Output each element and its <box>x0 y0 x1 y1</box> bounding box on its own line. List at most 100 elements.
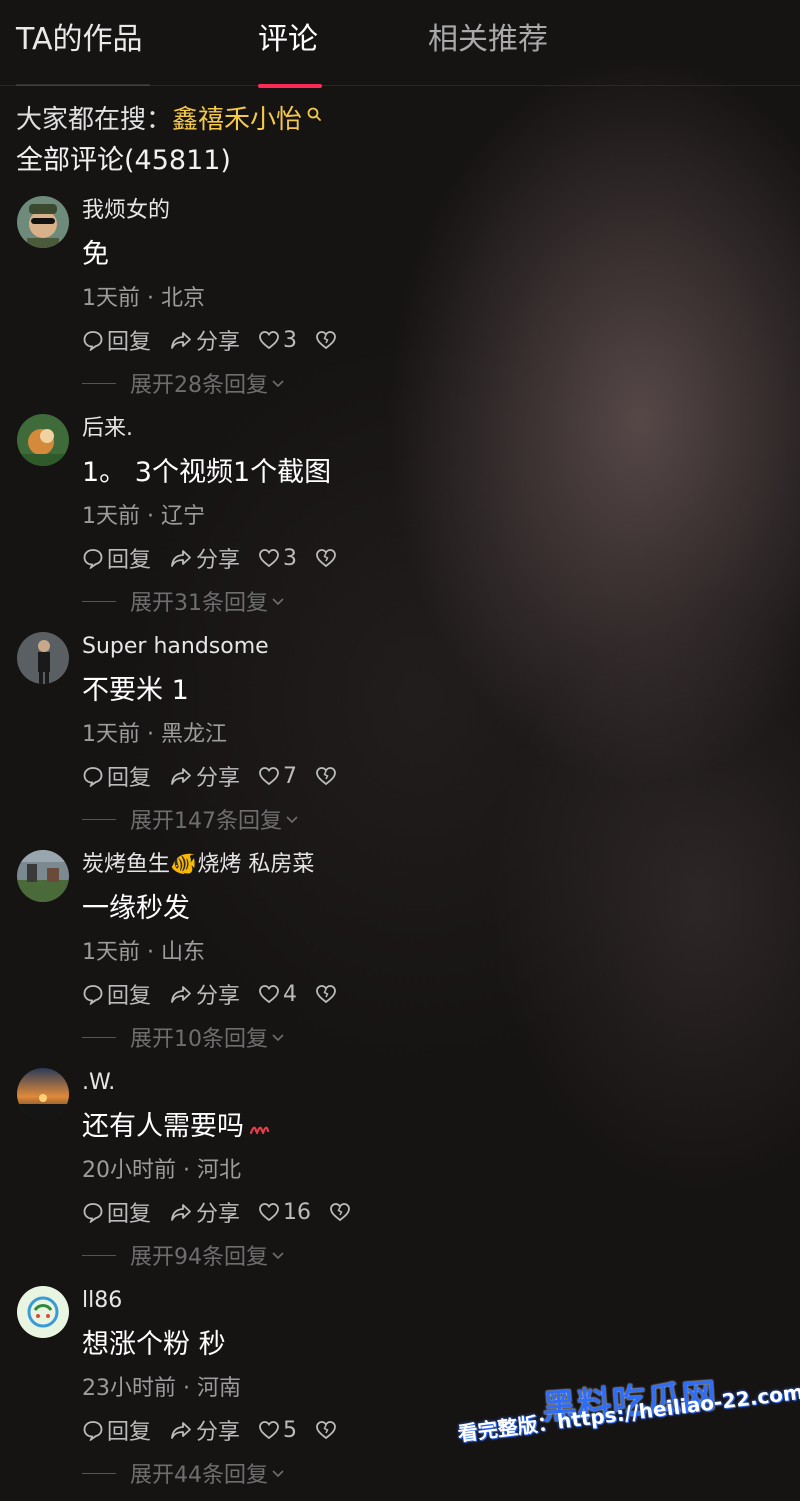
search-suggestion-term[interactable]: 鑫禧禾小怡 <box>172 102 302 138</box>
reply-button[interactable]: 回复 <box>82 1196 151 1228</box>
dislike-button[interactable] <box>315 547 340 569</box>
share-label: 分享 <box>196 548 241 573</box>
comment-text: 免 <box>82 239 109 270</box>
chevron-down-icon <box>272 1470 284 1478</box>
broken-heart-icon <box>316 1421 336 1440</box>
dislike-button[interactable] <box>315 765 340 787</box>
share-button[interactable]: 分享 <box>169 542 240 574</box>
share-icon <box>171 550 191 567</box>
expand-replies-button[interactable]: 展开10条回复 <box>82 1022 286 1052</box>
like-button[interactable]: 3 <box>258 328 297 353</box>
reply-label: 回复 <box>107 984 152 1009</box>
avatar[interactable] <box>17 1068 69 1120</box>
reply-button[interactable]: 回复 <box>82 1414 151 1446</box>
expand-divider <box>82 1472 116 1474</box>
heart-icon <box>259 985 279 1004</box>
like-count: 7 <box>283 763 298 789</box>
share-icon <box>171 332 191 349</box>
search-suggestion-prefix: 大家都在搜： <box>16 105 173 135</box>
comment-username[interactable]: ll86 <box>82 1286 122 1316</box>
share-label: 分享 <box>196 1420 241 1445</box>
like-button[interactable]: 3 <box>258 546 297 571</box>
expand-divider <box>82 1254 116 1256</box>
emoji-icon <box>249 1126 270 1135</box>
like-button[interactable]: 16 <box>258 1200 311 1225</box>
share-button[interactable]: 分享 <box>169 760 240 792</box>
share-button[interactable]: 分享 <box>169 1196 240 1228</box>
expand-replies-button[interactable]: 展开94条回复 <box>82 1240 286 1270</box>
reply-icon <box>83 1203 103 1223</box>
reply-button[interactable]: 回复 <box>82 978 151 1010</box>
avatar[interactable] <box>17 196 69 248</box>
watermark: 黑料吃瓜网 看完整版：https://heiliao-22.com <box>456 1368 800 1488</box>
reply-icon <box>83 1421 103 1441</box>
expand-divider <box>82 382 116 384</box>
reply-button[interactable]: 回复 <box>82 760 151 792</box>
search-suggestion[interactable]: 大家都在搜： 鑫禧禾小怡 <box>16 100 322 140</box>
comment-username[interactable]: 我烦女的 <box>82 196 170 226</box>
tab-bar: TA的作品 评论 相关推荐 <box>0 0 800 88</box>
expand-replies-button[interactable]: 展开28条回复 <box>82 368 286 398</box>
tab-related[interactable]: 相关推荐 <box>428 20 548 60</box>
expand-replies-button[interactable]: 展开147条回复 <box>82 804 300 834</box>
comment-username[interactable]: 后来. <box>82 414 133 444</box>
expand-divider <box>82 818 116 820</box>
reply-label: 回复 <box>107 1420 152 1445</box>
share-label: 分享 <box>196 766 241 791</box>
like-button[interactable]: 4 <box>258 982 297 1007</box>
comment-meta: 1天前 · 辽宁 <box>82 504 205 529</box>
broken-heart-icon <box>316 549 336 568</box>
comment-meta: 1天前 · 北京 <box>82 286 205 311</box>
heart-icon <box>259 1203 279 1222</box>
expand-replies-button[interactable]: 展开31条回复 <box>82 586 286 616</box>
share-button[interactable]: 分享 <box>169 324 240 356</box>
expand-replies-button[interactable]: 展开44条回复 <box>82 1458 286 1488</box>
avatar[interactable] <box>17 632 69 684</box>
comment-actions: 回复 分享 3 <box>82 542 358 574</box>
comment-text: 一缘秒发 <box>82 893 190 924</box>
tab-works[interactable]: TA的作品 <box>16 20 143 60</box>
comment-meta: 20小时前 · 河北 <box>82 1158 241 1183</box>
reply-label: 回复 <box>107 766 152 791</box>
like-count: 5 <box>283 1417 298 1443</box>
reply-icon <box>83 549 103 569</box>
broken-heart-icon <box>316 767 336 786</box>
comment-text: 想涨个粉 秒 <box>82 1329 226 1360</box>
like-count: 4 <box>283 981 298 1007</box>
share-button[interactable]: 分享 <box>169 1414 240 1446</box>
comment-actions: 回复 分享 16 <box>82 1196 372 1228</box>
comment-username[interactable]: .W. <box>82 1068 115 1098</box>
heart-icon <box>259 1421 279 1440</box>
share-button[interactable]: 分享 <box>169 978 240 1010</box>
dislike-button[interactable] <box>315 329 340 351</box>
tab-comments[interactable]: 评论 <box>258 20 318 60</box>
expand-replies-label: 展开44条回复 <box>130 1463 268 1488</box>
broken-heart-icon <box>316 985 336 1004</box>
reply-icon <box>83 331 103 351</box>
chevron-down-icon <box>272 598 284 606</box>
comment-text-body: 还有人需要吗 <box>82 1111 244 1142</box>
comments-count-title: 全部评论(45811) <box>16 145 231 176</box>
avatar[interactable] <box>17 1286 69 1338</box>
comment-username[interactable]: 炭烤鱼生🐠烧烤 私房菜 <box>82 850 314 880</box>
active-tab-indicator <box>258 84 322 88</box>
share-label: 分享 <box>196 984 241 1009</box>
reply-button[interactable]: 回复 <box>82 324 151 356</box>
dislike-button[interactable] <box>329 1201 354 1223</box>
reply-label: 回复 <box>107 330 152 355</box>
dislike-button[interactable] <box>315 983 340 1005</box>
comment-actions: 回复 分享 3 <box>82 324 358 356</box>
like-button[interactable]: 7 <box>258 764 297 789</box>
reply-button[interactable]: 回复 <box>82 542 151 574</box>
comment-text: 1。 3个视频1个截图 <box>82 457 332 488</box>
comment-username[interactable]: Super handsome <box>82 632 269 662</box>
dislike-button[interactable] <box>315 1419 340 1441</box>
like-count: 3 <box>283 545 298 571</box>
avatar[interactable] <box>17 414 69 466</box>
share-icon <box>171 768 191 785</box>
heart-icon <box>259 331 279 350</box>
avatar[interactable] <box>17 850 69 902</box>
search-icon <box>307 107 321 121</box>
like-button[interactable]: 5 <box>258 1418 297 1443</box>
comment-item: .W. 还有人需要吗 20小时前 · 河北 回复 分享 16 展开94条回复 <box>0 1068 800 1286</box>
